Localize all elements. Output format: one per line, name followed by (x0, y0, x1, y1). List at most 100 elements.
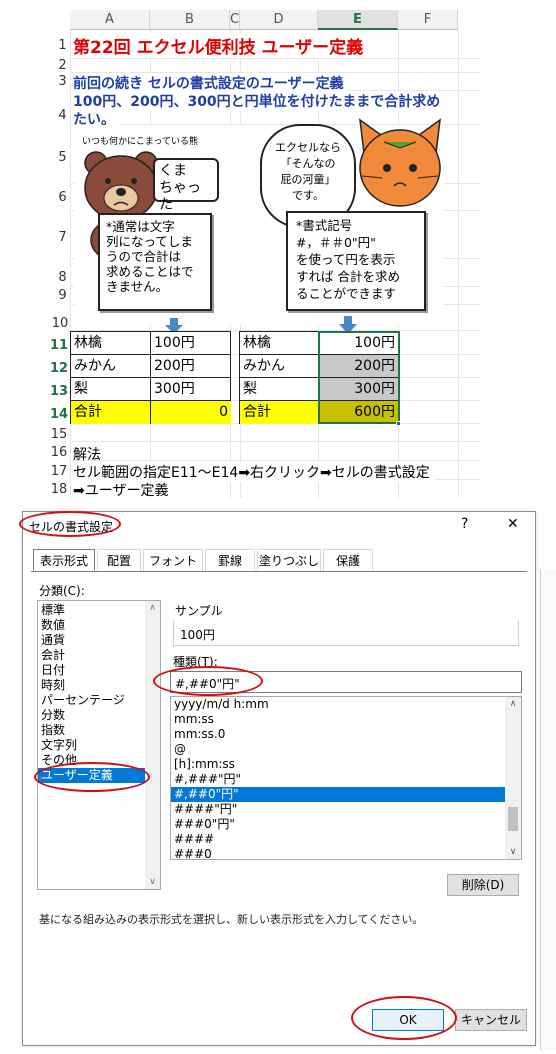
row-number[interactable]: 2 (55, 58, 70, 73)
table-cell[interactable]: みかん (240, 355, 319, 378)
table-cell[interactable]: 林檎 (240, 332, 319, 355)
bear-speech-line: ちゃった (159, 180, 201, 213)
category-scrollbar[interactable]: ∧ ∨ (145, 601, 160, 889)
tab-alignment[interactable]: 配置 (97, 549, 141, 571)
col-header-c[interactable]: C (230, 10, 240, 30)
table-cell[interactable]: 100円 (151, 332, 231, 355)
grid-line (70, 58, 480, 59)
format-item[interactable]: mm:ss.0 (171, 727, 521, 742)
table-cell-total-label[interactable]: 合計 (71, 401, 151, 424)
table-cell[interactable]: 300円 (151, 378, 231, 401)
format-item[interactable]: ####"円" (171, 802, 521, 817)
table-cell[interactable]: 200円 (151, 355, 231, 378)
format-list[interactable]: yyyy/m/d h:mm mm:ss mm:ss.0 @ [h]:mm:ss … (170, 696, 522, 860)
table-cell-total-value[interactable]: 0 (151, 401, 231, 424)
description-text: 基になる組み込みの表示形式を選択し、新しい表示形式を入力してください。 (39, 913, 424, 926)
row-number[interactable]: 5 (55, 150, 70, 165)
row-number[interactable]: 18 (48, 482, 70, 497)
row-number[interactable]: 8 (55, 270, 70, 285)
format-item[interactable]: @ (171, 742, 521, 757)
format-item[interactable]: mm:ss (171, 712, 521, 727)
bear-note-line: きません。 (106, 279, 169, 294)
row-number[interactable]: 4 (55, 108, 70, 123)
sample-label: サンプル (175, 604, 223, 618)
row-number[interactable]: 15 (48, 427, 70, 442)
category-item[interactable]: その他 (38, 753, 160, 768)
row-number[interactable]: 17 (48, 464, 70, 479)
format-item[interactable]: yyyy/m/d h:mm (171, 697, 521, 712)
help-button[interactable]: ? (461, 516, 468, 532)
category-list[interactable]: 標準 数値 通貨 会計 日付 時刻 パーセンテージ 分数 指数 文字列 その他 … (37, 600, 161, 890)
tab-font[interactable]: フォント (143, 549, 203, 571)
category-item[interactable]: パーセンテージ (38, 693, 160, 708)
tab-protection[interactable]: 保護 (323, 549, 373, 571)
category-item[interactable]: 指数 (38, 723, 160, 738)
bear-note-line: 列になってしま (106, 234, 193, 249)
format-scrollbar[interactable]: ∧ ∨ (505, 697, 521, 859)
category-item-selected[interactable]: ユーザー定義 (38, 768, 160, 783)
tab-fill[interactable]: 塗りつぶし (257, 549, 321, 571)
category-item[interactable]: 日付 (38, 663, 160, 678)
chevron-down-icon[interactable]: ∨ (505, 847, 521, 857)
chevron-up-icon[interactable]: ∧ (145, 603, 160, 613)
col-header-d[interactable]: D (240, 10, 318, 30)
row-number[interactable]: 13 (48, 384, 70, 399)
bear-note-line: *通常は文字 (106, 219, 175, 234)
cancel-button[interactable]: キャンセル (455, 1009, 527, 1031)
chevron-down-icon[interactable]: ∨ (145, 877, 160, 887)
row-number[interactable]: 1 (55, 38, 70, 53)
col-header-f[interactable]: F (398, 10, 458, 30)
tab-number[interactable]: 表示形式 (33, 549, 95, 571)
tab-panel-border (31, 571, 527, 572)
table-cell[interactable]: 林檎 (71, 332, 151, 355)
delete-button[interactable]: 削除(D) (447, 874, 519, 896)
category-item[interactable]: 通貨 (38, 633, 160, 648)
format-item[interactable]: [h]:mm:ss (171, 757, 521, 772)
grid-line (458, 30, 459, 498)
row-number[interactable]: 10 (50, 316, 70, 331)
close-button[interactable]: ✕ (507, 516, 519, 532)
category-item[interactable]: 会計 (38, 648, 160, 663)
intro-line-1: 前回の続き セルの書式設定のユーザー定義 (73, 73, 348, 93)
format-item[interactable]: #,###"円" (171, 772, 521, 787)
row-number[interactable]: 14 (48, 407, 70, 422)
cat-note-line: #，＃＃0"円" (296, 235, 376, 250)
format-item[interactable]: ###0"円" (171, 817, 521, 832)
grid-line (70, 30, 71, 498)
ok-button[interactable]: OK (372, 1009, 444, 1031)
chevron-up-icon[interactable]: ∧ (505, 699, 521, 709)
format-item-selected[interactable]: #,##0"円" (171, 787, 505, 802)
cat-note-box: *書式記号 #，＃＃0"円" を使って円を表示 すれば 合計を求め ることができ… (286, 211, 426, 311)
type-input[interactable]: #,##0"円" (170, 671, 522, 693)
category-item[interactable]: 数値 (38, 618, 160, 633)
table-cell[interactable]: 梨 (240, 378, 319, 401)
category-item[interactable]: 分数 (38, 708, 160, 723)
row-number[interactable]: 16 (48, 445, 70, 460)
table-cell[interactable]: 梨 (71, 378, 151, 401)
row-number[interactable]: 11 (48, 338, 70, 353)
type-input-value[interactable]: #,##0"円" (175, 675, 240, 692)
row-number[interactable]: 3 (55, 74, 70, 89)
format-item[interactable]: #### (171, 832, 521, 847)
row-number[interactable]: 9 (55, 288, 70, 303)
fill-handle[interactable] (396, 421, 401, 426)
col-header-b[interactable]: B (150, 10, 230, 30)
row-number[interactable]: 6 (55, 190, 70, 205)
category-item[interactable]: 時刻 (38, 678, 160, 693)
scrollbar-thumb[interactable] (508, 807, 518, 831)
row-number[interactable]: 7 (55, 230, 70, 245)
col-header-e[interactable]: E (318, 10, 398, 30)
cat-speech-line: エクセルなら (275, 141, 341, 154)
solution-line-2: ➡ユーザー定義 (73, 483, 169, 499)
category-item[interactable]: 標準 (38, 603, 160, 618)
bear-speech-bubble: くま ちゃった (153, 158, 219, 213)
bear-note-box: *通常は文字 列になってしま うので合計は 求めることはで きません。 (98, 213, 212, 311)
bear-speech-line: くま (159, 163, 187, 179)
table-cell[interactable]: みかん (71, 355, 151, 378)
category-item[interactable]: 文字列 (38, 738, 160, 753)
row-number[interactable]: 12 (48, 361, 70, 376)
col-header-a[interactable]: A (70, 10, 150, 30)
table-cell-total-label[interactable]: 合計 (240, 401, 319, 424)
tab-border[interactable]: 罫線 (205, 549, 255, 571)
format-item[interactable]: ###0 (171, 847, 521, 859)
